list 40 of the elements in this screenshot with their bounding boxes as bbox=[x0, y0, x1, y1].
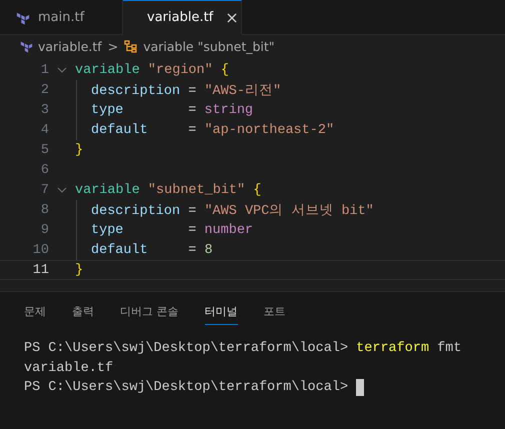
close-button[interactable]: × bbox=[225, 8, 239, 27]
code-line: description = "AWS-리전" bbox=[91, 82, 282, 99]
editor-tab[interactable]: variable.tf × bbox=[123, 0, 242, 35]
breadcrumb-file[interactable]: variable.tf bbox=[38, 38, 102, 54]
line-number: 4 bbox=[40, 122, 49, 138]
panel-tab[interactable]: 포트 bbox=[264, 304, 286, 325]
code-line: variable "region" { bbox=[75, 62, 229, 78]
line-number: 6 bbox=[40, 162, 49, 178]
line-number: 1 bbox=[40, 62, 49, 78]
symbol-icon bbox=[124, 40, 138, 52]
code-line: default = "ap-northeast-2" bbox=[91, 122, 334, 138]
terraform-icon bbox=[20, 40, 33, 52]
terminal-line: variable.tf bbox=[24, 360, 114, 376]
line-number: 3 bbox=[40, 102, 49, 118]
line-number: 5 bbox=[40, 142, 49, 158]
fold-chevron-icon[interactable] bbox=[57, 187, 67, 193]
code-line: type = number bbox=[91, 222, 254, 238]
code-line: default = 8 bbox=[91, 242, 213, 258]
line-number: 8 bbox=[40, 202, 49, 218]
code-line: } bbox=[75, 142, 84, 158]
terminal-line: PS C:\Users\swj\Desktop\terraform\local> bbox=[24, 380, 350, 396]
code-line: } bbox=[75, 262, 84, 278]
breadcrumb-separator: > bbox=[108, 38, 118, 54]
line-number: 9 bbox=[40, 222, 49, 238]
line-number: 10 bbox=[32, 242, 49, 258]
terminal-line: PS C:\Users\swj\Desktop\terraform\local> terraform fmt bbox=[24, 341, 462, 356]
code-line: variable "subnet_bit" { bbox=[75, 182, 262, 198]
breadcrumb-symbol[interactable]: variable "subnet_bit" bbox=[143, 38, 275, 54]
code-line: type = string bbox=[91, 102, 254, 118]
panel-tab[interactable]: 터미널 bbox=[204, 304, 238, 325]
panel-tab[interactable]: 디버그 콘솔 bbox=[120, 304, 178, 325]
editor-tab[interactable]: main.tf bbox=[0, 0, 123, 35]
terraform-icon bbox=[16, 10, 30, 24]
fold-chevron-icon[interactable] bbox=[57, 67, 67, 73]
panel-tab[interactable]: 출력 bbox=[72, 304, 94, 325]
line-number: 11 bbox=[32, 262, 49, 278]
panel-tab[interactable]: 문제 bbox=[24, 304, 46, 325]
code-line: description = "AWS VPC의 서브넷 bit" bbox=[91, 202, 374, 219]
line-number: 7 bbox=[40, 182, 49, 198]
line-number: 2 bbox=[40, 82, 49, 98]
